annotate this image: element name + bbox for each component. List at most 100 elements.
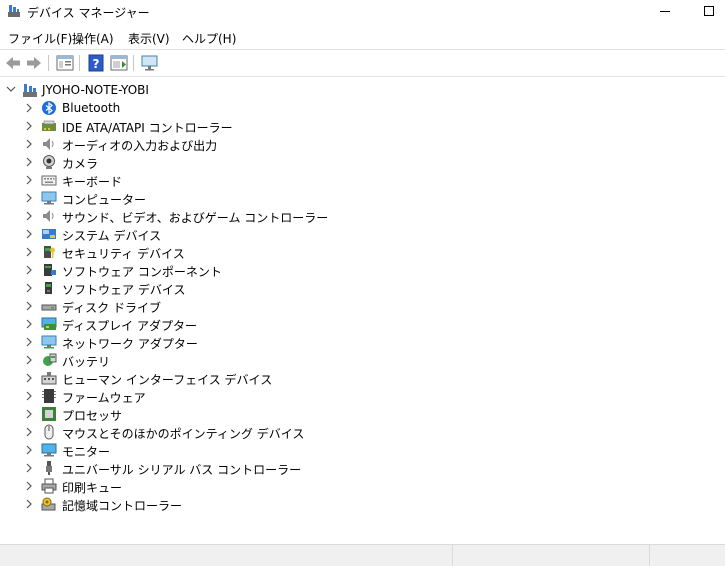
menu-file[interactable]: ファイル(F) [8,30,72,47]
speaker-icon [43,210,54,222]
chevron-right-icon[interactable] [24,301,34,311]
tree-item[interactable]: 記憶域コントローラー [0,495,725,513]
tree-root[interactable]: JYOHO-NOTE-YOBI [0,81,725,99]
forward-arrow-icon[interactable] [24,53,44,73]
scan-hardware-icon[interactable] [140,53,160,73]
tree-item[interactable]: コンピューター [0,189,725,207]
monitor-icon [41,443,57,457]
storage-controller-icon [41,497,56,511]
tree-item-label: オーディオの入力および出力 [62,139,218,153]
chevron-right-icon[interactable] [24,319,34,329]
tree-item[interactable]: ファームウェア [0,387,725,405]
tree-item[interactable]: バッテリ [0,351,725,369]
menu-action[interactable]: 操作(A) [72,30,114,47]
computer-root-icon [23,84,37,97]
tree-item-label: プロセッサ [62,409,123,423]
toolbar: ? [0,51,725,75]
disk-drive-icon [41,304,57,311]
menu-bar: ファイル(F) 操作(A) 表示(V) ヘルプ(H) [0,27,725,47]
tree-item-label: ヒューマン インターフェイス デバイス [62,373,273,387]
tree-item[interactable]: サウンド、ビデオ、およびゲーム コントローラー [0,207,725,225]
chevron-right-icon[interactable] [24,283,34,293]
chevron-right-icon[interactable] [24,391,34,401]
chevron-right-icon[interactable] [24,481,34,491]
security-device-icon [44,246,55,258]
chevron-right-icon[interactable] [24,355,34,365]
device-manager-icon [8,5,20,17]
processor-icon [42,407,56,421]
tree-item[interactable]: セキュリティ デバイス [0,243,725,261]
action-pane-icon[interactable] [109,53,129,73]
menu-divider [0,49,725,50]
chevron-right-icon[interactable] [24,121,34,131]
status-pane [452,545,649,566]
tree-item-label: サウンド、ビデオ、およびゲーム コントローラー [62,211,329,225]
tree-item[interactable]: 印刷キュー [0,477,725,495]
tree-item-label: モニター [62,445,111,459]
chevron-right-icon[interactable] [24,373,34,383]
status-pane [649,545,725,566]
tree-item-label: ファームウェア [62,391,146,405]
tree-item-label: マウスとそのほかのポインティング デバイス [62,427,305,441]
tree-item[interactable]: キーボード [0,171,725,189]
chevron-right-icon[interactable] [24,103,34,113]
keyboard-icon [41,175,57,186]
display-adapter-icon [41,317,57,330]
chevron-right-icon[interactable] [24,409,34,419]
tree-item[interactable]: ネットワーク アダプター [0,333,725,351]
properties-icon[interactable] [55,53,75,73]
chevron-right-icon[interactable] [24,463,34,473]
tree-item-label: ネットワーク アダプター [62,337,198,351]
mouse-icon [44,424,54,440]
help-icon[interactable]: ? [86,53,106,73]
tree-item[interactable]: ユニバーサル シリアル バス コントローラー [0,459,725,477]
chevron-right-icon[interactable] [24,193,34,203]
toolbar-divider [0,76,725,77]
chevron-right-icon[interactable] [24,175,34,185]
computer-icon [41,191,57,205]
chevron-right-icon[interactable] [24,265,34,275]
ide-controller-icon [42,120,56,131]
tree-item[interactable]: カメラ [0,153,725,171]
minimize-button[interactable] [645,0,685,24]
tree-item[interactable]: オーディオの入力および出力 [0,135,725,153]
tree-item[interactable]: Bluetooth [0,99,725,117]
menu-help[interactable]: ヘルプ(H) [182,30,236,47]
tree-item-label: ユニバーサル シリアル バス コントローラー [62,463,302,477]
chevron-right-icon[interactable] [24,499,34,509]
tree-item-label: セキュリティ デバイス [62,247,185,261]
tree-item[interactable]: システム デバイス [0,225,725,243]
chevron-right-icon[interactable] [24,211,34,221]
tree-item[interactable]: ヒューマン インターフェイス デバイス [0,369,725,387]
tree-item[interactable]: モニター [0,441,725,459]
chevron-right-icon[interactable] [24,427,34,437]
chevron-right-icon[interactable] [24,229,34,239]
tree-item-label: IDE ATA/ATAPI コントローラー [62,121,233,135]
tree-item[interactable]: ディスプレイ アダプター [0,315,725,333]
chevron-right-icon[interactable] [24,247,34,257]
tree-item[interactable]: ソフトウェア コンポーネント [0,261,725,279]
tree-item[interactable]: ソフトウェア デバイス [0,279,725,297]
chevron-right-icon[interactable] [24,445,34,455]
tree-item-label: 記憶域コントローラー [62,499,183,513]
menu-view[interactable]: 表示(V) [128,30,170,47]
tree-item-label: 印刷キュー [62,481,123,495]
tree-item[interactable]: プロセッサ [0,405,725,423]
bluetooth-icon [42,101,56,115]
chevron-right-icon[interactable] [24,337,34,347]
svg-text:?: ? [93,57,100,71]
tree-item[interactable]: IDE ATA/ATAPI コントローラー [0,117,725,135]
maximize-button[interactable] [688,0,725,24]
tree-item[interactable]: マウスとそのほかのポインティング デバイス [0,423,725,441]
chevron-down-icon[interactable] [6,84,16,94]
tree-item-label: ディスク ドライブ [62,301,161,315]
device-tree: JYOHO-NOTE-YOBI Bluetooth IDE ATA/ATAPI コ… [0,80,725,540]
status-bar [0,544,725,566]
back-arrow-icon[interactable] [3,53,23,73]
camera-icon [43,155,55,169]
tree-item-label: システム デバイス [62,229,162,243]
tree-item[interactable]: ディスク ドライブ [0,297,725,315]
window-title: デバイス マネージャー [27,6,150,20]
chevron-right-icon[interactable] [24,139,34,149]
chevron-right-icon[interactable] [24,157,34,167]
